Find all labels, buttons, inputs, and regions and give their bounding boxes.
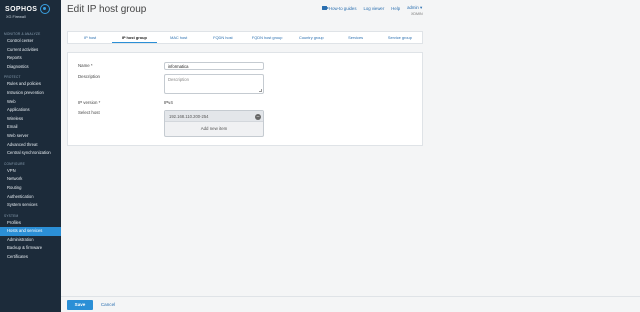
ip-version-label: IP version *	[78, 100, 101, 105]
top-links: How-to guides Log viewer Help admin ▾	[322, 5, 422, 11]
sidebar-item-reports[interactable]: Reports	[0, 54, 61, 63]
cancel-button[interactable]: Cancel	[98, 300, 118, 310]
tab-services[interactable]: Services	[334, 32, 378, 43]
sidebar-item-backup-firmware[interactable]: Backup & firmware	[0, 244, 61, 253]
name-label: Name *	[78, 63, 93, 68]
guides-link-label: How-to guides	[329, 5, 357, 11]
tab-bar: IP host IP host group MAC host FQDN host FQD…	[67, 31, 423, 44]
form-panel: Name * Description Description IP versio…	[67, 52, 423, 146]
sidebar-item-web[interactable]: Web	[0, 98, 61, 107]
sidebar-nav: MONITOR & ANALYZE Control center Current a…	[0, 32, 61, 262]
tab-fqdn-host-group[interactable]: FQDN host group	[245, 32, 289, 43]
resize-handle[interactable]	[259, 89, 262, 92]
sidebar-item-vpn[interactable]: VPN	[0, 167, 61, 176]
remove-icon[interactable]: –	[255, 113, 261, 120]
sidebar-item-email[interactable]: Email	[0, 123, 61, 132]
log-viewer-link[interactable]: Log viewer	[363, 6, 384, 11]
admin-subtitle: XDMIN	[411, 12, 423, 16]
tab-country-group[interactable]: Country group	[289, 32, 333, 43]
guides-link[interactable]: How-to guides	[322, 6, 356, 11]
sidebar-item-intrusion-prevention[interactable]: Intrusion prevention	[0, 89, 61, 98]
description-textarea[interactable]: Description	[164, 74, 264, 94]
name-input[interactable]	[164, 62, 264, 70]
description-label: Description	[78, 74, 100, 79]
add-new-item-button[interactable]: Add new item	[165, 122, 263, 136]
sidebar: SOPHOS XG Firewall MONITOR & ANALYZE Cont…	[0, 0, 61, 312]
sidebar-item-routing[interactable]: Routing	[0, 184, 61, 193]
sidebar-item-wireless[interactable]: Wireless	[0, 115, 61, 124]
select-host-label: Select host	[78, 110, 100, 115]
ip-version-value: IPv4	[164, 100, 173, 105]
tab-mac-host[interactable]: MAC host	[157, 32, 201, 43]
sidebar-item-network[interactable]: Network	[0, 175, 61, 184]
sidebar-item-system-services[interactable]: System services	[0, 201, 61, 210]
page-title: Edit IP host group	[67, 4, 147, 15]
logo: SOPHOS XG Firewall	[0, 0, 61, 28]
sidebar-item-authentication[interactable]: Authentication	[0, 193, 61, 202]
admin-menu[interactable]: admin ▾	[407, 5, 422, 11]
host-entry-label: 192.168.110.200-254	[169, 114, 209, 119]
sidebar-item-hosts-and-services[interactable]: Hosts and services	[0, 227, 61, 236]
sidebar-item-current-activities[interactable]: Current activities	[0, 46, 61, 55]
tab-fqdn-host[interactable]: FQDN host	[201, 32, 245, 43]
sidebar-item-certificates[interactable]: Certificates	[0, 253, 61, 262]
tab-ip-host-group[interactable]: IP host group	[112, 32, 157, 43]
sidebar-item-applications[interactable]: Applications	[0, 106, 61, 115]
select-host-list: 192.168.110.200-254 – Add new item	[164, 110, 264, 137]
host-entry: 192.168.110.200-254 –	[165, 111, 263, 122]
sidebar-item-web-server[interactable]: Web server	[0, 132, 61, 141]
help-link[interactable]: Help	[391, 6, 400, 11]
tab-service-group[interactable]: Service group	[378, 32, 422, 43]
sidebar-item-diagnostics[interactable]: Diagnostics	[0, 63, 61, 72]
sidebar-item-control-center[interactable]: Control center	[0, 37, 61, 46]
tab-ip-host[interactable]: IP host	[68, 32, 112, 43]
save-button[interactable]: Save	[67, 300, 93, 310]
logo-text: SOPHOS	[5, 5, 38, 13]
sidebar-item-central-synchronization[interactable]: Central synchronization	[0, 149, 61, 158]
description-placeholder: Description	[168, 77, 189, 82]
sophos-logo-icon	[40, 4, 51, 14]
footer-divider	[61, 296, 640, 297]
sidebar-item-advanced-threat[interactable]: Advanced threat	[0, 141, 61, 150]
product-name: XG Firewall	[6, 15, 26, 19]
sidebar-item-profiles[interactable]: Profiles	[0, 219, 61, 228]
sidebar-item-rules-and-policies[interactable]: Rules and policies	[0, 80, 61, 89]
video-icon	[322, 6, 329, 10]
sidebar-item-administration[interactable]: Administration	[0, 236, 61, 245]
